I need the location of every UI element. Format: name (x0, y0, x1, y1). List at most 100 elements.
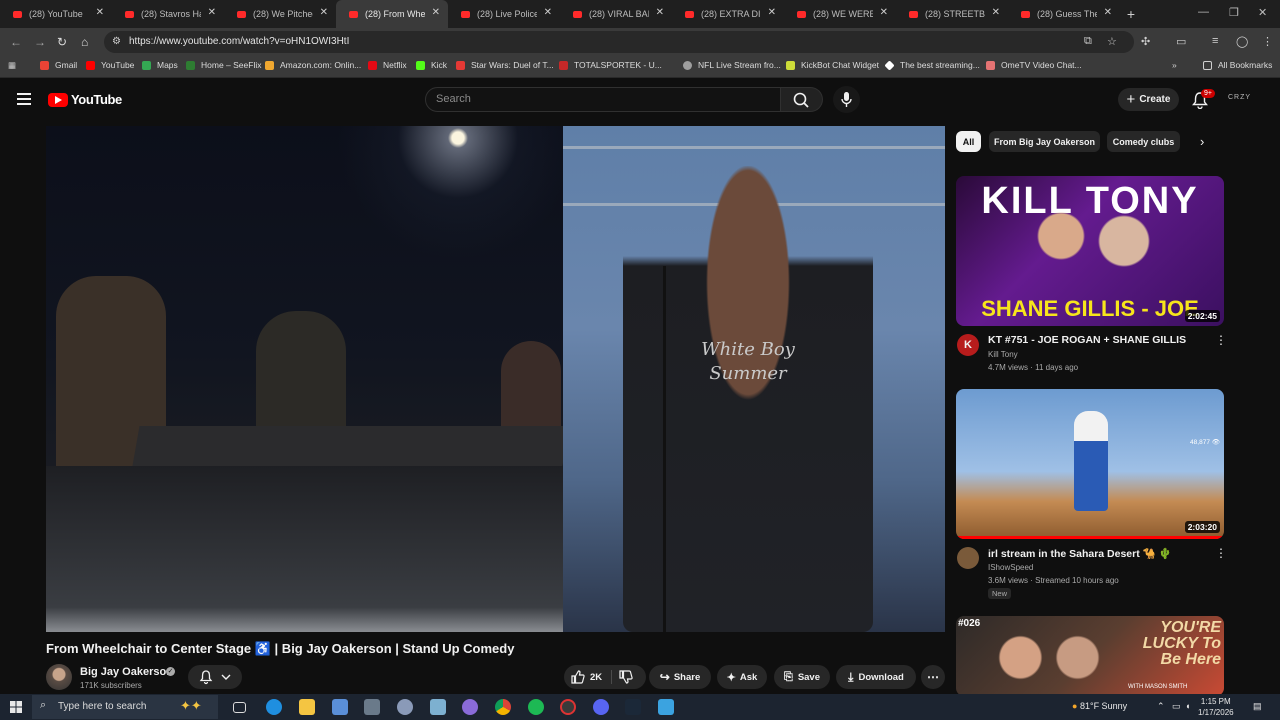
taskbar-search[interactable]: ⌕ Type here to search ✦✦ (32, 695, 218, 719)
close-tab-icon[interactable]: ✕ (880, 7, 888, 18)
store-icon[interactable] (332, 699, 348, 715)
bookmark-item[interactable]: OmeTV Video Chat... (986, 60, 1082, 70)
close-window-icon[interactable]: ✕ (1258, 6, 1267, 19)
create-button[interactable]: + Create (1118, 88, 1179, 111)
search-input[interactable] (436, 93, 756, 105)
video-thumbnail[interactable]: #026 YOU'RE LUCKY To Be Here WITH MASON … (956, 616, 1224, 696)
chip-from-channel[interactable]: From Big Jay Oakerson (989, 131, 1100, 152)
bookmark-star-icon[interactable]: ☆ (1107, 35, 1117, 48)
steam-icon[interactable] (625, 699, 641, 715)
app-icon[interactable] (462, 699, 478, 715)
video-thumbnail[interactable]: KILL TONY SHANE GILLIS - JOE ROGAN 2:02:… (956, 176, 1224, 326)
recommended-channel-name[interactable]: IShowSpeed (988, 563, 1033, 572)
ask-button[interactable]: ✦ Ask (717, 665, 767, 689)
browser-tab[interactable]: (28) YouTube ✕ (0, 0, 112, 28)
share-button[interactable]: ↪ Share (649, 665, 711, 689)
notification-center-icon[interactable]: ▤ (1253, 701, 1262, 712)
media-controls-icon[interactable]: ≡ (1212, 35, 1218, 47)
video-thumbnail[interactable]: 48,877 👁 2:03:20 (956, 389, 1224, 539)
subscribed-notifications-button[interactable] (188, 665, 242, 689)
youtube-logo[interactable]: YouTube (48, 92, 122, 107)
home-icon[interactable]: ⌂ (81, 35, 88, 49)
minimize-window-icon[interactable]: — (1198, 6, 1209, 18)
weather-widget[interactable]: ● 81°F Sunny (1072, 701, 1127, 711)
voice-search-button[interactable] (833, 86, 860, 113)
apps-grid-icon[interactable]: ▦ (8, 60, 16, 71)
channel-avatar[interactable] (46, 664, 72, 690)
bookmark-item[interactable]: Kick (416, 60, 447, 70)
channel-avatar[interactable]: K (957, 334, 979, 356)
video-player[interactable]: White Boy Summer (46, 126, 945, 632)
bookmark-item[interactable]: Home – SeeFlix (186, 60, 261, 70)
recommended-video-title[interactable]: KT #751 - JOE ROGAN + SHANE GILLIS (988, 334, 1186, 346)
bookmark-item[interactable]: NFL Live Stream fro... (683, 60, 781, 70)
save-button[interactable]: ⎘ Save (774, 665, 830, 689)
browser-tab[interactable]: (28) Live Police Ch ✕ (448, 0, 560, 28)
close-tab-icon[interactable]: ✕ (320, 7, 328, 18)
account-avatar[interactable]: CRZY (1228, 94, 1251, 101)
close-tab-icon[interactable]: ✕ (544, 7, 552, 18)
app-icon[interactable] (560, 699, 576, 715)
windows-start-icon[interactable] (10, 701, 22, 713)
bookmark-item[interactable]: Star Wars: Duel of T... (456, 60, 554, 70)
browser-tab[interactable]: (28) EXTRA DIRTY ✕ (672, 0, 784, 28)
channel-name[interactable]: Big Jay Oakerson (80, 666, 173, 678)
channel-avatar[interactable] (957, 547, 979, 569)
close-tab-icon[interactable]: ✕ (208, 7, 216, 18)
reload-icon[interactable]: ↻ (57, 35, 67, 49)
bookmark-item[interactable]: Amazon.com: Onlin... (265, 60, 361, 70)
bookmark-item[interactable]: Gmail (40, 60, 77, 70)
close-tab-icon[interactable]: ✕ (96, 7, 104, 18)
browser-tab[interactable]: (28) VIRAL BANAN ✕ (560, 0, 672, 28)
download-button[interactable]: ⤓ Download (836, 665, 916, 689)
browser-tab-active[interactable]: (28) From Wheelchair ✕ (336, 0, 448, 28)
recommended-video-title[interactable]: irl stream in the Sahara Desert 🐪 🌵 (988, 547, 1172, 560)
profile-icon[interactable]: ◯ (1236, 35, 1248, 48)
sidebar-icon[interactable]: ▭ (1176, 35, 1186, 48)
edge-icon[interactable] (266, 699, 282, 715)
address-bar[interactable]: ⚙ https://www.youtube.com/watch?v=oHN1OW… (104, 31, 1134, 53)
recommended-channel-name[interactable]: Kill Tony (988, 350, 1018, 359)
bookmark-item[interactable]: TOTALSPORTEK - U... (559, 60, 662, 70)
browser-tab[interactable]: (28) Guess The Ce ✕ (1008, 0, 1120, 28)
back-arrow-icon[interactable]: ← (10, 35, 22, 49)
close-tab-icon[interactable]: ✕ (432, 7, 440, 18)
more-actions-button[interactable]: ⋯ (921, 665, 945, 689)
bookmark-item[interactable]: Maps (142, 60, 178, 70)
browser-tab[interactable]: (28) Stavros Halkias ✕ (112, 0, 224, 28)
extensions-icon[interactable]: ✣ (1141, 35, 1150, 48)
calculator-icon[interactable] (364, 699, 380, 715)
task-view-icon[interactable] (233, 702, 246, 713)
more-options-icon[interactable]: ⋮ (1215, 546, 1227, 560)
search-button[interactable] (781, 87, 823, 112)
maximize-window-icon[interactable]: ❐ (1229, 6, 1239, 19)
more-options-icon[interactable]: ⋮ (1215, 333, 1227, 347)
network-icon[interactable]: ▭ (1172, 701, 1181, 712)
browser-tab[interactable]: (28) WE WERE HO ✕ (784, 0, 896, 28)
bookmark-item[interactable]: The best streaming... (884, 59, 980, 71)
like-button[interactable]: 2K (570, 669, 602, 685)
hamburger-menu-icon[interactable] (17, 93, 31, 105)
new-tab-button[interactable]: + (1120, 6, 1142, 22)
volume-icon[interactable]: ◖ (1185, 701, 1190, 711)
all-bookmarks[interactable]: All Bookmarks (1203, 60, 1272, 70)
forward-arrow-icon[interactable]: → (34, 35, 46, 49)
browser-tab[interactable]: (28) STREETBEEFS ✕ (896, 0, 1008, 28)
chevron-right-icon[interactable]: › (1200, 134, 1204, 149)
dislike-button[interactable] (618, 669, 634, 688)
app-icon[interactable] (658, 699, 674, 715)
url-text[interactable]: https://www.youtube.com/watch?v=oHN1OWI3… (129, 36, 349, 47)
chip-comedy-clubs[interactable]: Comedy clubs (1107, 131, 1180, 152)
close-tab-icon[interactable]: ✕ (1104, 7, 1112, 18)
more-bookmarks-icon[interactable]: » (1172, 60, 1177, 70)
file-explorer-icon[interactable] (299, 699, 315, 715)
app-icon[interactable] (397, 699, 413, 715)
chip-all[interactable]: All (956, 131, 981, 152)
app-icon[interactable] (430, 699, 446, 715)
close-tab-icon[interactable]: ✕ (768, 7, 776, 18)
spotify-icon[interactable] (528, 699, 544, 715)
browser-menu-icon[interactable]: ⋮ (1262, 35, 1273, 48)
chrome-icon[interactable] (495, 699, 511, 715)
bookmark-item[interactable]: KickBot Chat Widget (786, 60, 879, 70)
discord-icon[interactable] (593, 699, 609, 715)
